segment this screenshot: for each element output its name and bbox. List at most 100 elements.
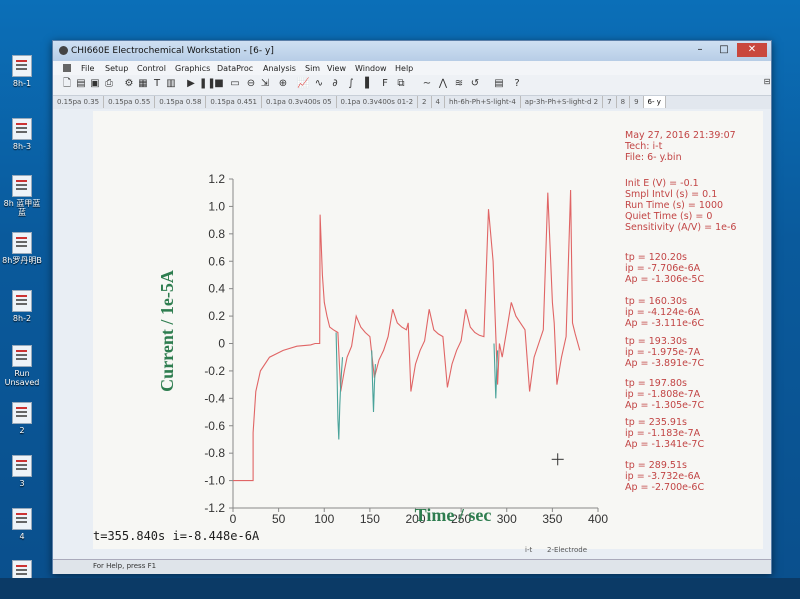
peak-6-tp: tp = 289.51s: [625, 460, 687, 471]
tab-0[interactable]: 0.15pa 0.35: [53, 96, 105, 108]
chart-series: [233, 189, 581, 482]
wave-icon[interactable]: ∼: [421, 78, 433, 90]
save-icon[interactable]: ▣: [89, 78, 101, 90]
integrate-icon[interactable]: ∫: [345, 78, 357, 90]
maximize-button[interactable]: □: [713, 43, 735, 57]
tab-6[interactable]: 2: [418, 96, 432, 108]
taskbar: [0, 578, 800, 599]
minimize-button[interactable]: –: [689, 43, 711, 57]
peak-4-ap: Ap = -1.305e-7C: [625, 400, 705, 411]
menu-setup[interactable]: Setup: [105, 64, 128, 73]
menu-view[interactable]: View: [327, 64, 346, 73]
info-panel: May 27, 2016 21:39:07 Tech: i-t File: 6-…: [623, 111, 763, 549]
y-tick-label: -1.0: [204, 474, 225, 488]
menu-analysis[interactable]: Analysis: [263, 64, 296, 73]
param-sensitivity: Sensitivity (A/V) = 1e-6: [625, 222, 737, 233]
plot-panel[interactable]: 1.2 1.0 0.8 0.6 0.4 0.2 0 -0.2 -0.4 -0.6 -0.8 -1.0 -…: [93, 111, 623, 549]
help-icon[interactable]: ?: [511, 78, 523, 90]
y-tick-label: -0.4: [204, 391, 225, 405]
sweep-icon[interactable]: ↺: [469, 78, 481, 90]
crosshair-cursor: [551, 453, 564, 466]
tab-2[interactable]: 0.15pa 0.58: [155, 96, 207, 108]
tab-8[interactable]: hh-6h-Ph+S-light-4: [445, 96, 521, 108]
setup-icon[interactable]: ⚙: [123, 78, 135, 90]
chart-svg[interactable]: 1.2 1.0 0.8 0.6 0.4 0.2 0 -0.2 -0.4 -0.6 -0.8 -1.0 -…: [93, 111, 623, 529]
desktop-icon-5[interactable]: 8h-2: [0, 290, 44, 323]
y-axis-label: Current / 1e-5A: [157, 270, 177, 392]
tab-3[interactable]: 0.15pa 0.451: [206, 96, 263, 108]
derivative-icon[interactable]: ∂: [329, 78, 341, 90]
copy-icon[interactable]: ⧉: [395, 78, 407, 90]
cursor-icon[interactable]: ⊕: [277, 78, 289, 90]
peak-1-ip: ip = -7.706e-6A: [625, 263, 701, 274]
chart-frame: [232, 179, 598, 509]
restore-icon[interactable]: ⊟: [761, 76, 773, 88]
table-icon[interactable]: ▥: [165, 78, 177, 90]
peak-3-ip: ip = -1.975e-7A: [625, 347, 701, 358]
peak-2-ap: Ap = -3.111e-6C: [625, 318, 705, 329]
x-tick-label: 50: [272, 512, 286, 526]
stop-icon[interactable]: ■: [213, 78, 225, 90]
document-icon[interactable]: [63, 64, 71, 72]
tab-5[interactable]: 0.1pa 0.3v400s 01-2: [337, 96, 419, 108]
desktop-icon-7[interactable]: 2: [0, 402, 44, 435]
tab-9[interactable]: ap-3h-Ph+S-light-d 2: [521, 96, 604, 108]
y-tick-label: 0: [218, 337, 225, 351]
desktop-icon-4[interactable]: 8h罗丹明B: [0, 232, 44, 265]
sim-icon[interactable]: ≋: [453, 78, 465, 90]
tab-4[interactable]: 0.1pa 0.3v400s 05: [262, 96, 337, 108]
tab-1[interactable]: 0.15pa 0.55: [104, 96, 156, 108]
y-tick-label: 1.2: [208, 172, 225, 186]
zoom-icon[interactable]: ⇲: [259, 78, 271, 90]
desktop-icon-9[interactable]: 4: [0, 508, 44, 541]
title-bar[interactable]: CHI660E Electrochemical Workstation - [6…: [53, 41, 771, 61]
color-bars-icon[interactable]: ▌: [363, 78, 375, 90]
file-icon: [12, 402, 32, 424]
open-folder-icon[interactable]: ▤: [75, 78, 87, 90]
font-icon[interactable]: F: [379, 78, 391, 90]
x-tick-label: 100: [314, 512, 334, 526]
graph-icon[interactable]: ▭: [229, 78, 241, 90]
series-line-0: [233, 189, 581, 482]
chart-icon[interactable]: 📈: [297, 78, 309, 90]
peak-3-tp: tp = 193.30s: [625, 336, 687, 347]
x-tick-label: 350: [542, 512, 562, 526]
x-tick-label: 0: [230, 512, 237, 526]
close-button[interactable]: ✕: [737, 43, 767, 57]
peak-icon[interactable]: ⋀: [437, 78, 449, 90]
menu-help[interactable]: Help: [395, 64, 413, 73]
menu-graphics[interactable]: Graphics: [175, 64, 210, 73]
calculator-icon[interactable]: ▤: [493, 78, 505, 90]
menu-window[interactable]: Window: [355, 64, 387, 73]
menu-dataproc[interactable]: DataProc: [217, 64, 253, 73]
overlay-icon[interactable]: ⊖: [245, 78, 257, 90]
desktop-icon-3[interactable]: 8h 蓝甲蓝蓝: [0, 175, 44, 217]
desktop-icon-1[interactable]: 8h-1: [0, 55, 44, 88]
tab-7[interactable]: 4: [432, 96, 445, 108]
desktop-icon-2[interactable]: 8h-3: [0, 118, 44, 151]
desktop-icon-8[interactable]: 3: [0, 455, 44, 488]
x-tick-label: 300: [497, 512, 517, 526]
x-tick-label: 150: [360, 512, 380, 526]
peak-5-tp: tp = 235.91s: [625, 417, 687, 428]
menu-file[interactable]: File: [81, 64, 94, 73]
params-icon[interactable]: ▦: [137, 78, 149, 90]
app-logo-icon: [59, 46, 68, 55]
peak-1-tp: tp = 120.20s: [625, 252, 687, 263]
smooth-icon[interactable]: ∿: [313, 78, 325, 90]
pause-icon[interactable]: ❚❚: [199, 78, 216, 90]
info-tech: Tech: i-t: [625, 141, 663, 152]
text-icon[interactable]: T: [151, 78, 163, 90]
tab-11[interactable]: 8: [617, 96, 631, 108]
desktop-icon-6[interactable]: Run Unsaved: [0, 345, 44, 387]
tab-12[interactable]: 9: [630, 96, 644, 108]
new-file-icon[interactable]: 🗋: [61, 78, 73, 90]
print-icon[interactable]: ⎙: [103, 78, 115, 90]
menu-control[interactable]: Control: [137, 64, 166, 73]
app-window: CHI660E Electrochemical Workstation - [6…: [52, 40, 772, 574]
tab-active[interactable]: 6- y: [643, 96, 666, 108]
tab-10[interactable]: 7: [603, 96, 617, 108]
run-icon[interactable]: ▶: [185, 78, 197, 90]
menu-sim[interactable]: Sim: [305, 64, 320, 73]
peak-4-ip: ip = -1.808e-7A: [625, 389, 701, 400]
